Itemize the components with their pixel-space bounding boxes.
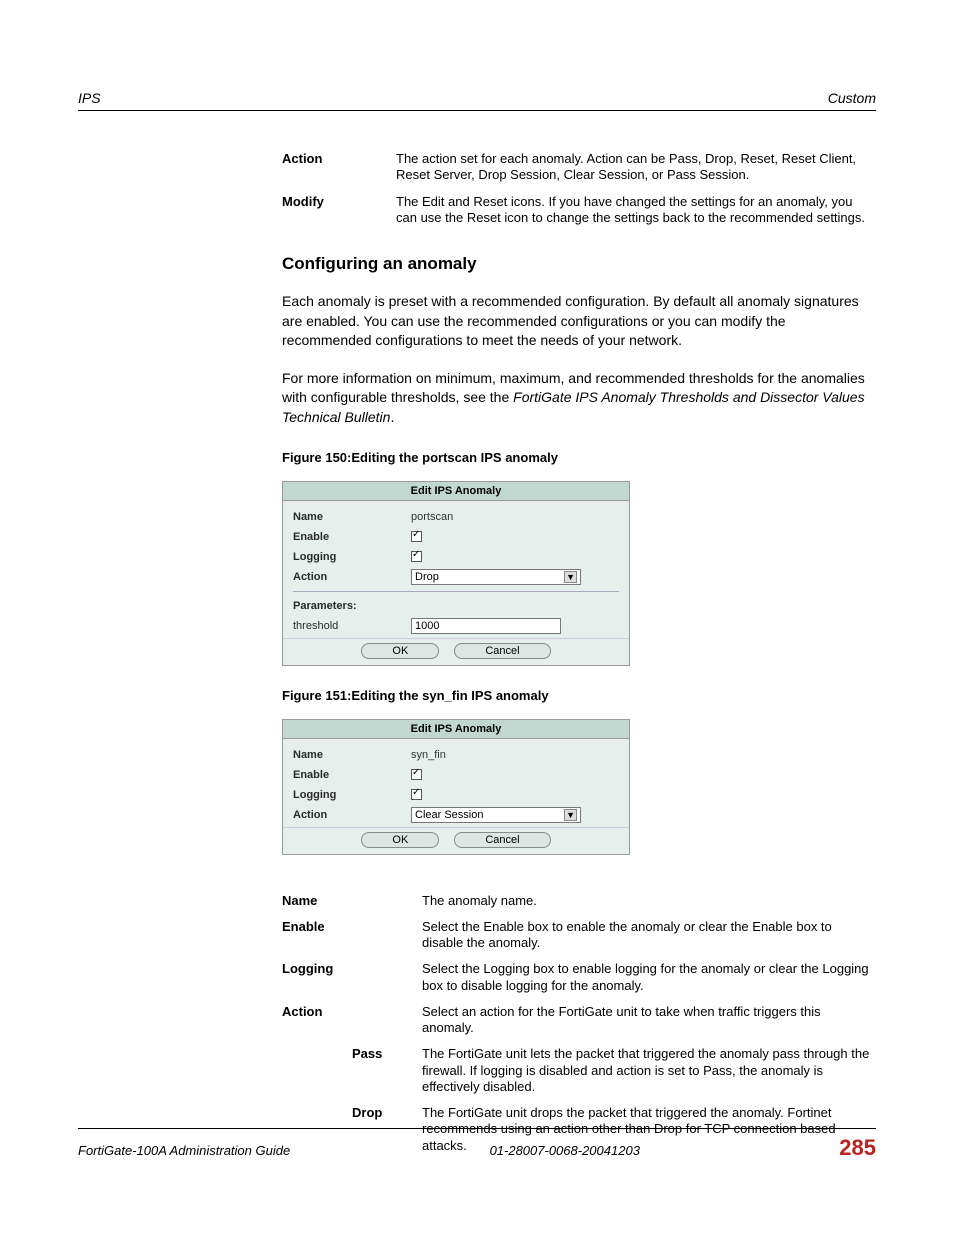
button-row: OK Cancel xyxy=(283,827,629,854)
name-value: portscan xyxy=(411,511,453,523)
def-text: Select the Logging box to enable logging… xyxy=(422,961,872,994)
def-term: Logging xyxy=(282,961,422,994)
footer-docid: 01-28007-0068-20041203 xyxy=(490,1143,640,1158)
row-action: Action Drop ▼ xyxy=(293,567,619,587)
action-label: Action xyxy=(293,571,411,583)
paragraph-1: Each anomaly is preset with a recommende… xyxy=(282,292,872,351)
def-action: Action The action set for each anomaly. … xyxy=(282,151,872,184)
cancel-button[interactable]: Cancel xyxy=(454,643,550,659)
ok-button[interactable]: OK xyxy=(361,643,439,659)
footer-page-number: 285 xyxy=(839,1135,876,1161)
action-select-value: Clear Session xyxy=(415,809,483,821)
footer-guide: FortiGate-100A Administration Guide xyxy=(78,1143,290,1158)
panel-body: Name syn_fin Enable Logging Action Clear… xyxy=(283,739,629,827)
def-term: Action xyxy=(282,151,396,184)
paragraph-2: For more information on minimum, maximum… xyxy=(282,369,872,428)
page-header: IPS Custom xyxy=(78,90,876,111)
name-value: syn_fin xyxy=(411,749,446,761)
para2-c: . xyxy=(390,409,394,425)
main-content: Action The action set for each anomaly. … xyxy=(282,151,872,1154)
ok-button[interactable]: OK xyxy=(361,832,439,848)
name-label: Name xyxy=(293,511,411,523)
cancel-button[interactable]: Cancel xyxy=(454,832,550,848)
section-heading: Configuring an anomaly xyxy=(282,254,872,274)
logging-label: Logging xyxy=(293,789,411,801)
figure-150-caption: Figure 150:Editing the portscan IPS anom… xyxy=(282,450,872,465)
header-right: Custom xyxy=(828,90,876,106)
parameters-label: Parameters: xyxy=(293,600,411,612)
def2-logging: Logging Select the Logging box to enable… xyxy=(282,961,872,994)
page-footer: FortiGate-100A Administration Guide 01-2… xyxy=(78,1128,876,1161)
def-text: The Edit and Reset icons. If you have ch… xyxy=(396,194,872,227)
action-label: Action xyxy=(293,809,411,821)
row-name: Name portscan xyxy=(293,507,619,527)
button-row: OK Cancel xyxy=(283,638,629,665)
enable-checkbox[interactable] xyxy=(411,531,422,542)
logging-checkbox[interactable] xyxy=(411,551,422,562)
enable-label: Enable xyxy=(293,531,411,543)
def-text: Select the Enable box to enable the anom… xyxy=(422,919,872,952)
def-modify: Modify The Edit and Reset icons. If you … xyxy=(282,194,872,227)
panel-title: Edit IPS Anomaly xyxy=(283,482,629,501)
def-term: Action xyxy=(282,1004,422,1037)
def-term: Pass xyxy=(352,1046,422,1095)
def-text: Select an action for the FortiGate unit … xyxy=(422,1004,872,1037)
enable-label: Enable xyxy=(293,769,411,781)
row-name: Name syn_fin xyxy=(293,745,619,765)
header-left: IPS xyxy=(78,90,101,106)
logging-label: Logging xyxy=(293,551,411,563)
edit-anomaly-panel-151: Edit IPS Anomaly Name syn_fin Enable Log… xyxy=(282,719,630,855)
row-action: Action Clear Session ▼ xyxy=(293,805,619,825)
logging-checkbox[interactable] xyxy=(411,789,422,800)
figure-151-caption: Figure 151:Editing the syn_fin IPS anoma… xyxy=(282,688,872,703)
def-term: Enable xyxy=(282,919,422,952)
row-parameters: Parameters: xyxy=(293,596,619,616)
row-threshold: threshold 1000 xyxy=(293,616,619,636)
divider xyxy=(293,591,619,592)
def-term: Modify xyxy=(282,194,396,227)
dropdown-arrow-icon: ▼ xyxy=(564,571,577,583)
def2-name: Name The anomaly name. xyxy=(282,893,872,909)
row-enable: Enable xyxy=(293,527,619,547)
def-text: The action set for each anomaly. Action … xyxy=(396,151,872,184)
def-text: The anomaly name. xyxy=(422,893,537,909)
name-label: Name xyxy=(293,749,411,761)
edit-anomaly-panel-150: Edit IPS Anomaly Name portscan Enable Lo… xyxy=(282,481,630,666)
def-text: The FortiGate unit lets the packet that … xyxy=(422,1046,872,1095)
action-select-value: Drop xyxy=(415,571,439,583)
def2-action: Action Select an action for the FortiGat… xyxy=(282,1004,872,1037)
action-select[interactable]: Drop ▼ xyxy=(411,569,581,585)
action-select[interactable]: Clear Session ▼ xyxy=(411,807,581,823)
panel-body: Name portscan Enable Logging Action Drop… xyxy=(283,501,629,638)
threshold-label: threshold xyxy=(293,620,411,632)
row-logging: Logging xyxy=(293,785,619,805)
def-term: Name xyxy=(282,893,422,909)
enable-checkbox[interactable] xyxy=(411,769,422,780)
threshold-input[interactable]: 1000 xyxy=(411,618,561,634)
dropdown-arrow-icon: ▼ xyxy=(564,809,577,821)
row-logging: Logging xyxy=(293,547,619,567)
panel-title: Edit IPS Anomaly xyxy=(283,720,629,739)
row-enable: Enable xyxy=(293,765,619,785)
subdef-pass: Pass The FortiGate unit lets the packet … xyxy=(282,1046,872,1095)
def2-enable: Enable Select the Enable box to enable t… xyxy=(282,919,872,952)
